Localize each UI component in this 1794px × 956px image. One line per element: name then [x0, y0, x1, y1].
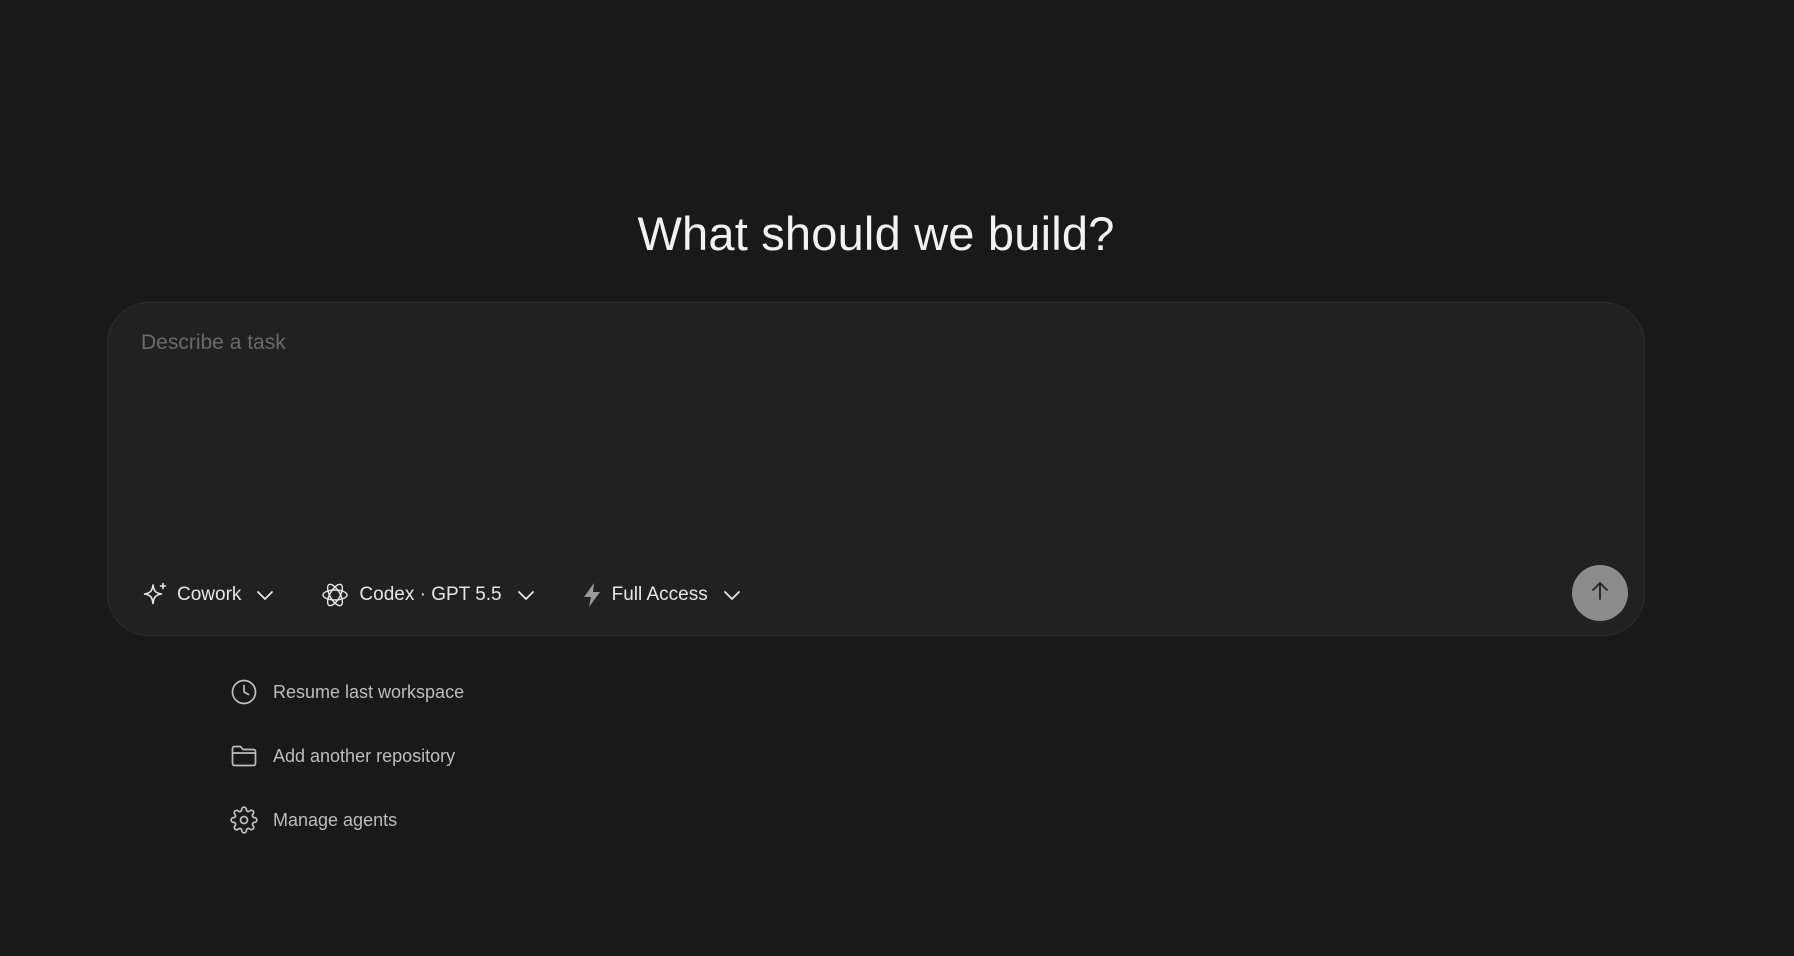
- composer-toolbar: Cowork Codex · GPT 5.5 Full Access: [141, 577, 786, 613]
- task-input[interactable]: [141, 331, 1601, 531]
- openai-logo-icon: [319, 579, 351, 611]
- sparkle-icon: [141, 581, 169, 609]
- manage-agents-label: Manage agents: [273, 809, 398, 830]
- chevron-down-icon: [255, 585, 275, 605]
- send-button[interactable]: [1572, 565, 1628, 621]
- chevron-down-icon: [516, 585, 536, 605]
- lightning-bolt-icon: [580, 581, 604, 609]
- mode-selector-label: Cowork: [177, 584, 242, 605]
- manage-agents-button[interactable]: Manage agents: [230, 802, 464, 838]
- resume-workspace-label: Resume last workspace: [273, 681, 465, 702]
- model-selector-label: Codex · GPT 5.5: [359, 584, 502, 605]
- quick-actions-list: Resume last workspace Add another reposi…: [230, 674, 464, 866]
- add-repository-label: Add another repository: [273, 745, 456, 766]
- access-selector-label: Full Access: [611, 584, 708, 605]
- arrow-up-icon: [1588, 579, 1612, 608]
- new-task-page: What should we build? Cowork: [0, 0, 1794, 956]
- access-selector-button[interactable]: Full Access: [580, 581, 742, 609]
- clock-icon: [230, 678, 258, 706]
- folder-icon: [230, 742, 258, 770]
- mode-selector-button[interactable]: Cowork: [141, 581, 275, 609]
- page-title: What should we build?: [637, 207, 1115, 260]
- chevron-down-icon: [722, 585, 742, 605]
- model-selector-button[interactable]: Codex · GPT 5.5: [319, 579, 535, 611]
- add-repository-button[interactable]: Add another repository: [230, 738, 464, 774]
- resume-workspace-button[interactable]: Resume last workspace: [230, 674, 464, 710]
- task-composer: Cowork Codex: [107, 302, 1645, 636]
- gear-icon: [230, 806, 258, 834]
